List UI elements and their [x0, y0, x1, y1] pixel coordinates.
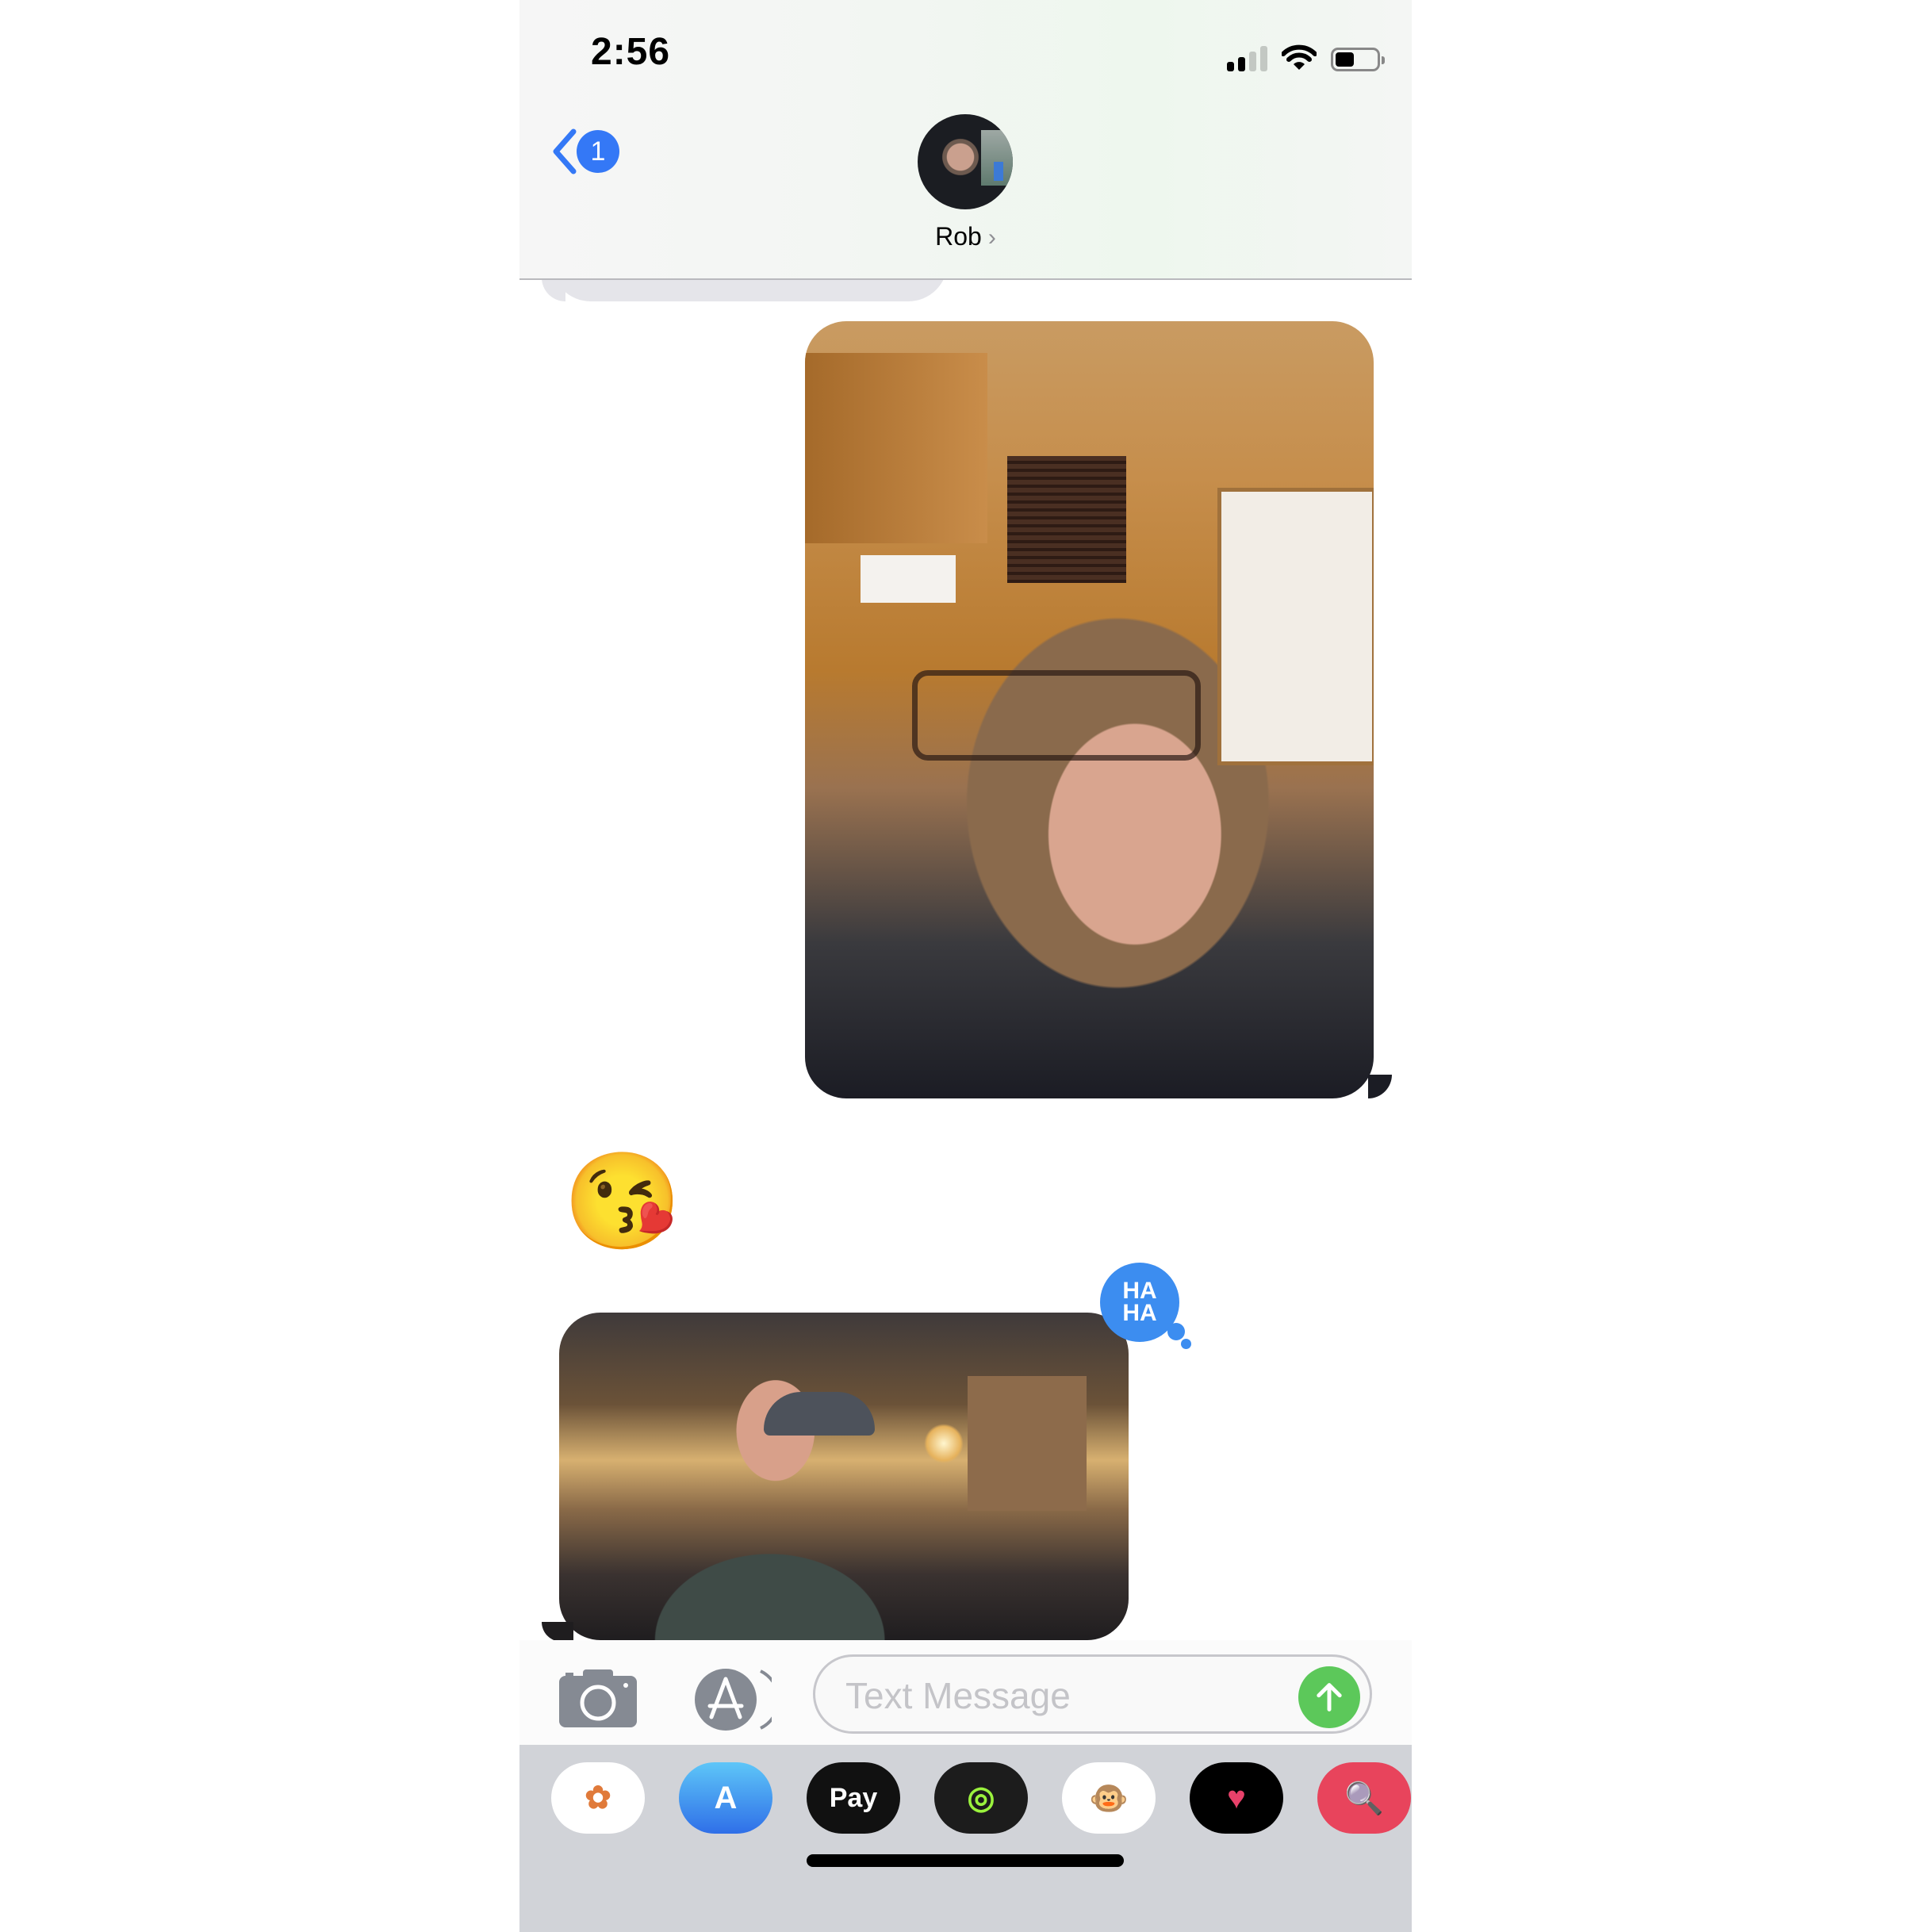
kiss-emoji-message[interactable]: 😘: [563, 1154, 681, 1249]
status-icons: [1227, 40, 1385, 71]
unread-badge: 1: [577, 130, 619, 173]
apple-pay-app-button[interactable]: Pay: [807, 1762, 900, 1834]
arrow-up-icon: [1317, 1683, 1342, 1712]
activity-app-button[interactable]: ◎: [934, 1762, 1028, 1834]
composer-bar: [519, 1640, 1412, 1745]
contact-name: Rob: [935, 222, 982, 251]
message-text-field[interactable]: [813, 1654, 1372, 1734]
activity-rings-icon: ◎: [967, 1781, 995, 1815]
bubble-tail: [542, 1622, 573, 1642]
home-indicator[interactable]: [807, 1854, 1124, 1867]
tapback-dot: [1181, 1339, 1191, 1349]
contact-name-button[interactable]: Rob ›: [519, 222, 1412, 251]
app-store-icon[interactable]: [692, 1668, 772, 1731]
cellular-signal-icon: [1227, 44, 1267, 71]
battery-icon: [1331, 48, 1385, 71]
messages-screen: 2:56 1 Rob › 😘 HA HA Text Message ✿ A Pa…: [519, 0, 1412, 1932]
app-drawer: ✿ A Pay ◎ 🐵 ♥ 🔍: [519, 1745, 1412, 1932]
monkey-animoji-icon: 🐵: [1089, 1781, 1129, 1816]
wifi-icon: [1282, 44, 1317, 70]
animoji-app-button[interactable]: 🐵: [1062, 1762, 1156, 1834]
photos-app-button[interactable]: ✿: [551, 1762, 645, 1834]
heart-icon: ♥: [1227, 1780, 1246, 1815]
status-time: 2:56: [591, 31, 671, 73]
conversation-header: 2:56 1 Rob ›: [519, 0, 1412, 280]
incoming-photo-message[interactable]: [559, 1313, 1129, 1640]
chevron-left-icon: [553, 128, 577, 174]
message-input[interactable]: [844, 1673, 1275, 1719]
photos-icon: ✿: [585, 1781, 611, 1815]
camera-icon[interactable]: [559, 1668, 637, 1727]
tapback-dot: [1167, 1323, 1185, 1340]
back-button[interactable]: 1: [550, 127, 619, 176]
battery-level: [1336, 52, 1354, 67]
images-search-app-button[interactable]: 🔍: [1317, 1762, 1411, 1834]
app-store-icon: A: [714, 1780, 738, 1815]
apple-pay-icon: Pay: [829, 1782, 878, 1813]
send-button[interactable]: [1298, 1666, 1360, 1728]
digital-touch-app-button[interactable]: ♥: [1190, 1762, 1283, 1834]
contact-avatar[interactable]: [918, 114, 1013, 209]
outgoing-photo-message[interactable]: [805, 321, 1374, 1098]
globe-search-icon: 🔍: [1344, 1781, 1384, 1816]
chevron-right-icon: ›: [987, 224, 996, 251]
bubble-tail: [1368, 1075, 1392, 1098]
app-store-app-button[interactable]: A: [679, 1762, 772, 1834]
